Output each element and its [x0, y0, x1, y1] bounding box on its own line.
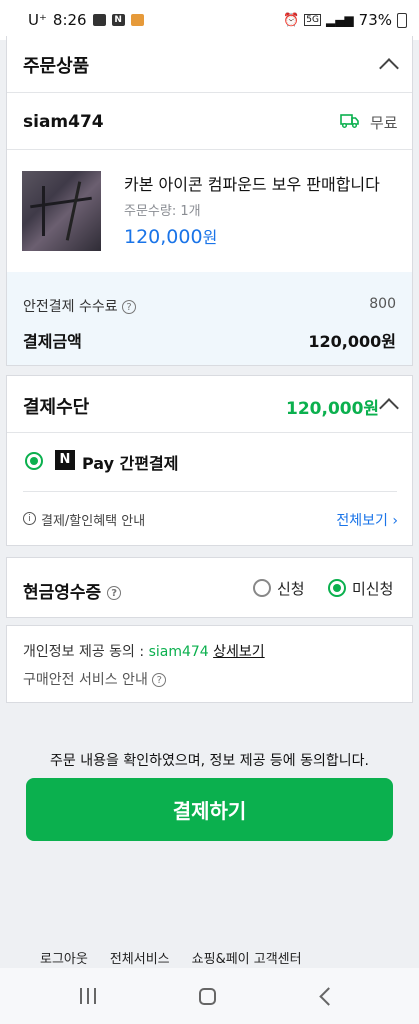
gallery-icon — [92, 14, 106, 26]
payment-method-header[interactable]: 결제수단 120,000원 — [7, 376, 412, 433]
benefit-info-row: i 결제/할인혜택 안내 전체보기 › — [7, 492, 412, 546]
recent-apps-icon[interactable] — [80, 988, 100, 1004]
product-thumbnail[interactable] — [22, 171, 101, 251]
footer-links: 로그아웃 전체서비스 쇼핑&페이 고객센터 — [40, 948, 302, 967]
payment-method-card: 결제수단 120,000원 N Pay 간편결제 i 결제/할인혜택 안내 전체… — [6, 375, 413, 546]
back-icon[interactable] — [319, 987, 338, 1006]
benefit-info-text: 결제/할인혜택 안내 — [41, 514, 146, 529]
alarm-icon: ⏰ — [283, 12, 300, 28]
android-nav-bar — [0, 968, 419, 1024]
fee-label: 안전결제 수수료 ? — [23, 296, 137, 316]
fee-value: 800 — [369, 296, 396, 312]
help-icon[interactable]: ? — [122, 300, 137, 314]
consent-detail-link[interactable]: 상세보기 — [213, 644, 265, 660]
payment-method-title: 결제수단 — [23, 397, 90, 418]
shipping-fee: 무료 — [370, 114, 398, 132]
order-items-title: 주문상품 — [23, 56, 90, 77]
home-icon[interactable] — [199, 988, 216, 1005]
battery-label: 73% — [358, 11, 392, 29]
npay-logo-icon: N — [55, 450, 75, 470]
signal-icon: ▂▄▆ — [325, 13, 354, 27]
safe-service-text: 구매안전 서비스 안내 — [23, 672, 148, 688]
seller-row: siam474 무료 — [7, 93, 412, 150]
customer-center-link[interactable]: 쇼핑&페이 고객센터 — [192, 948, 302, 967]
receipt-apply-radio[interactable] — [253, 579, 271, 597]
receipt-not-apply-label[interactable]: 미신청 — [352, 578, 393, 599]
payment-summary: 안전결제 수수료 ? 800 결제금액 120,000원 — [7, 272, 412, 365]
product-price-unit: 원 — [202, 228, 218, 247]
total-label: 결제금액 — [23, 332, 82, 351]
consent-line: 개인정보 제공 동의 : siam474 상세보기 — [23, 641, 265, 661]
consent-seller: siam474 — [148, 644, 209, 660]
collapse-chevron-icon[interactable] — [379, 398, 399, 418]
status-bar: U⁺ 8:26 N ⏰ 5G ▂▄▆ 73% — [0, 0, 419, 40]
product-price: 120,000원 — [124, 224, 217, 248]
logout-link[interactable]: 로그아웃 — [40, 948, 88, 967]
all-services-link[interactable]: 전체서비스 — [110, 948, 170, 967]
pay-button[interactable]: 결제하기 — [26, 778, 393, 841]
help-icon[interactable]: ? — [152, 673, 167, 687]
receipt-not-apply-radio[interactable] — [328, 579, 346, 597]
cash-receipt-card: 현금영수증 ? 신청 미신청 — [6, 557, 413, 618]
cash-receipt-title-text: 현금영수증 — [23, 583, 102, 603]
truck-icon — [340, 113, 359, 128]
order-items-header[interactable]: 주문상품 — [7, 36, 412, 93]
receipt-apply-label[interactable]: 신청 — [277, 578, 305, 599]
safe-service-line[interactable]: 구매안전 서비스 안내 ? — [23, 669, 167, 689]
privacy-card: 개인정보 제공 동의 : siam474 상세보기 구매안전 서비스 안내 ? — [6, 625, 413, 703]
fee-label-text: 안전결제 수수료 — [23, 299, 118, 315]
view-all-label: 전체보기 — [336, 513, 388, 529]
npay-option[interactable]: N Pay 간편결제 — [7, 433, 412, 489]
view-all-link[interactable]: 전체보기 › — [336, 510, 398, 530]
total-value: 120,000원 — [308, 332, 396, 351]
chevron-right-icon: › — [392, 513, 398, 529]
product-price-value: 120,000 — [124, 226, 203, 248]
info-icon: i — [23, 512, 36, 525]
help-icon[interactable]: ? — [107, 586, 122, 600]
order-items-card: 주문상품 siam474 무료 카본 아이콘 컴파운드 보우 판매합니다 주문수… — [6, 36, 413, 366]
npay-label: Pay 간편결제 — [82, 454, 179, 473]
agree-text: 주문 내용을 확인하였으며, 정보 제공 등에 동의합니다. — [50, 753, 369, 769]
carrier-label: U⁺ — [28, 11, 47, 29]
collapse-chevron-icon[interactable] — [379, 58, 399, 78]
seller-name: siam474 — [23, 112, 104, 132]
product-row[interactable]: 카본 아이콘 컴파운드 보우 판매합니다 주문수량: 1개 120,000원 — [7, 150, 412, 272]
consent-label: 개인정보 제공 동의 : — [23, 644, 145, 660]
naver-icon: N — [111, 14, 125, 26]
network-label: 5G — [304, 14, 321, 26]
clock: 8:26 — [52, 11, 87, 29]
cash-receipt-title: 현금영수증 ? — [23, 578, 122, 603]
product-name[interactable]: 카본 아이콘 컴파운드 보우 판매합니다 — [124, 171, 380, 195]
payment-amount: 120,000원 — [286, 399, 380, 419]
product-quantity: 주문수량: 1개 — [124, 204, 201, 219]
app-notification-icon — [130, 14, 144, 26]
npay-radio[interactable] — [25, 452, 43, 470]
battery-icon — [397, 12, 407, 28]
